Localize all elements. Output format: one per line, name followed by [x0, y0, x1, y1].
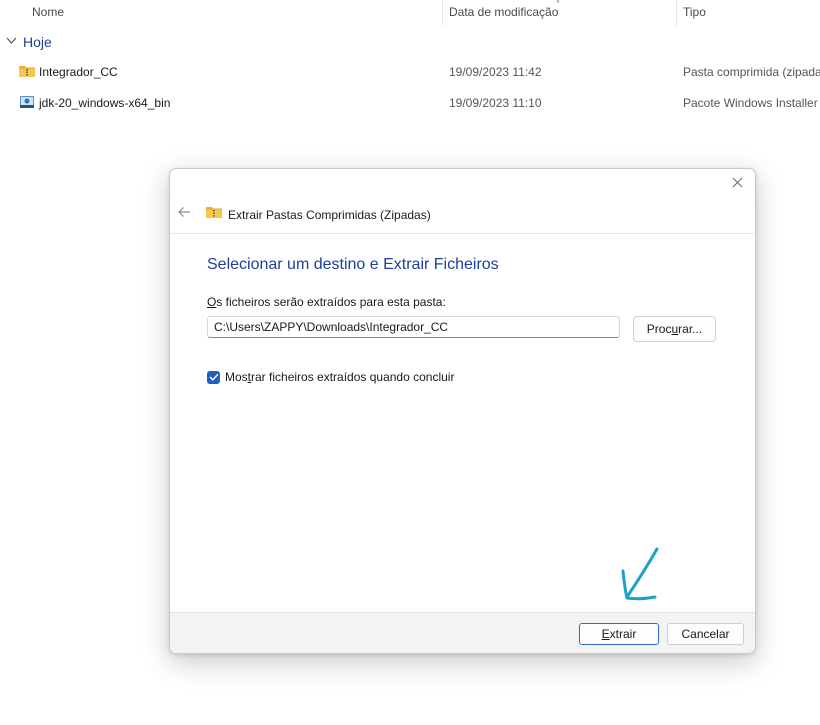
checkbox-label: Mostrar ficheiros extraídos quando concl…: [225, 370, 454, 384]
access-key: O: [207, 295, 217, 309]
show-extracted-checkbox[interactable]: [207, 368, 220, 386]
zip-folder-icon: [19, 64, 35, 78]
destination-label-text: s ficheiros serão extraídos para esta pa…: [216, 295, 446, 309]
dialog-heading: Selecionar um destino e Extrair Ficheiro…: [207, 256, 499, 273]
file-date: 19/09/2023 11:42: [449, 65, 542, 79]
extract-label: xtrair: [609, 627, 637, 641]
file-type: Pasta comprimida (zipada: [683, 65, 820, 79]
group-header-today[interactable]: Hoje: [6, 34, 52, 50]
chevron-down-icon: [6, 37, 17, 48]
dialog-title: Extrair Pastas Comprimidas (Zipadas): [228, 208, 431, 222]
column-divider[interactable]: [442, 0, 443, 26]
extract-dialog: Extrair Pastas Comprimidas (Zipadas) Sel…: [169, 168, 756, 654]
arrow-left-icon: [177, 206, 191, 223]
browse-button[interactable]: Proc u rar...: [633, 316, 716, 342]
zip-folder-icon: [206, 206, 222, 224]
installer-package-icon: [19, 95, 35, 109]
column-divider[interactable]: [676, 0, 677, 26]
access-key: E: [601, 627, 610, 641]
file-row[interactable]: jdk-20_windows-x64_bin 19/09/2023 11:10 …: [0, 92, 820, 114]
file-name: jdk-20_windows-x64_bin: [39, 96, 171, 110]
close-icon: [732, 175, 743, 193]
dialog-footer: Extrair Cancelar: [170, 612, 755, 653]
column-name-header[interactable]: Nome: [32, 5, 64, 19]
browse-label-pre: Proc: [646, 322, 672, 336]
sort-caret-icon: ∨: [555, 0, 561, 5]
column-header-bar: Nome Data de modificação ∨ Tipo: [0, 0, 820, 26]
checkbox-label-post: rar ficheiros extraídos quando concluir: [251, 370, 455, 384]
checkbox-label-pre: Mos: [225, 370, 248, 384]
file-date: 19/09/2023 11:10: [449, 96, 542, 110]
show-extracted-option[interactable]: Mostrar ficheiros extraídos quando concl…: [207, 370, 454, 384]
access-key: u: [671, 322, 679, 336]
column-date-header[interactable]: Data de modificação: [449, 5, 558, 19]
cancel-button[interactable]: Cancelar: [667, 623, 744, 645]
browse-label-post: rar...: [678, 322, 703, 336]
extract-button[interactable]: Extrair: [579, 623, 659, 645]
file-row[interactable]: Integrador_CC 19/09/2023 11:42 Pasta com…: [0, 61, 820, 83]
file-type: Pacote Windows Installer: [683, 96, 818, 110]
annotation-arrow-icon: [615, 545, 665, 610]
column-type-header[interactable]: Tipo: [683, 5, 706, 19]
destination-path-input[interactable]: [207, 316, 620, 338]
checkmark-icon: [208, 368, 219, 386]
file-name: Integrador_CC: [39, 65, 118, 79]
group-label: Hoje: [23, 34, 52, 50]
back-button[interactable]: [177, 205, 193, 221]
dialog-title-area: Extrair Pastas Comprimidas (Zipadas): [206, 206, 431, 224]
close-button[interactable]: [727, 174, 747, 194]
destination-label: Os ficheiros serão extraídos para esta p…: [207, 295, 446, 309]
title-divider: [170, 233, 755, 234]
